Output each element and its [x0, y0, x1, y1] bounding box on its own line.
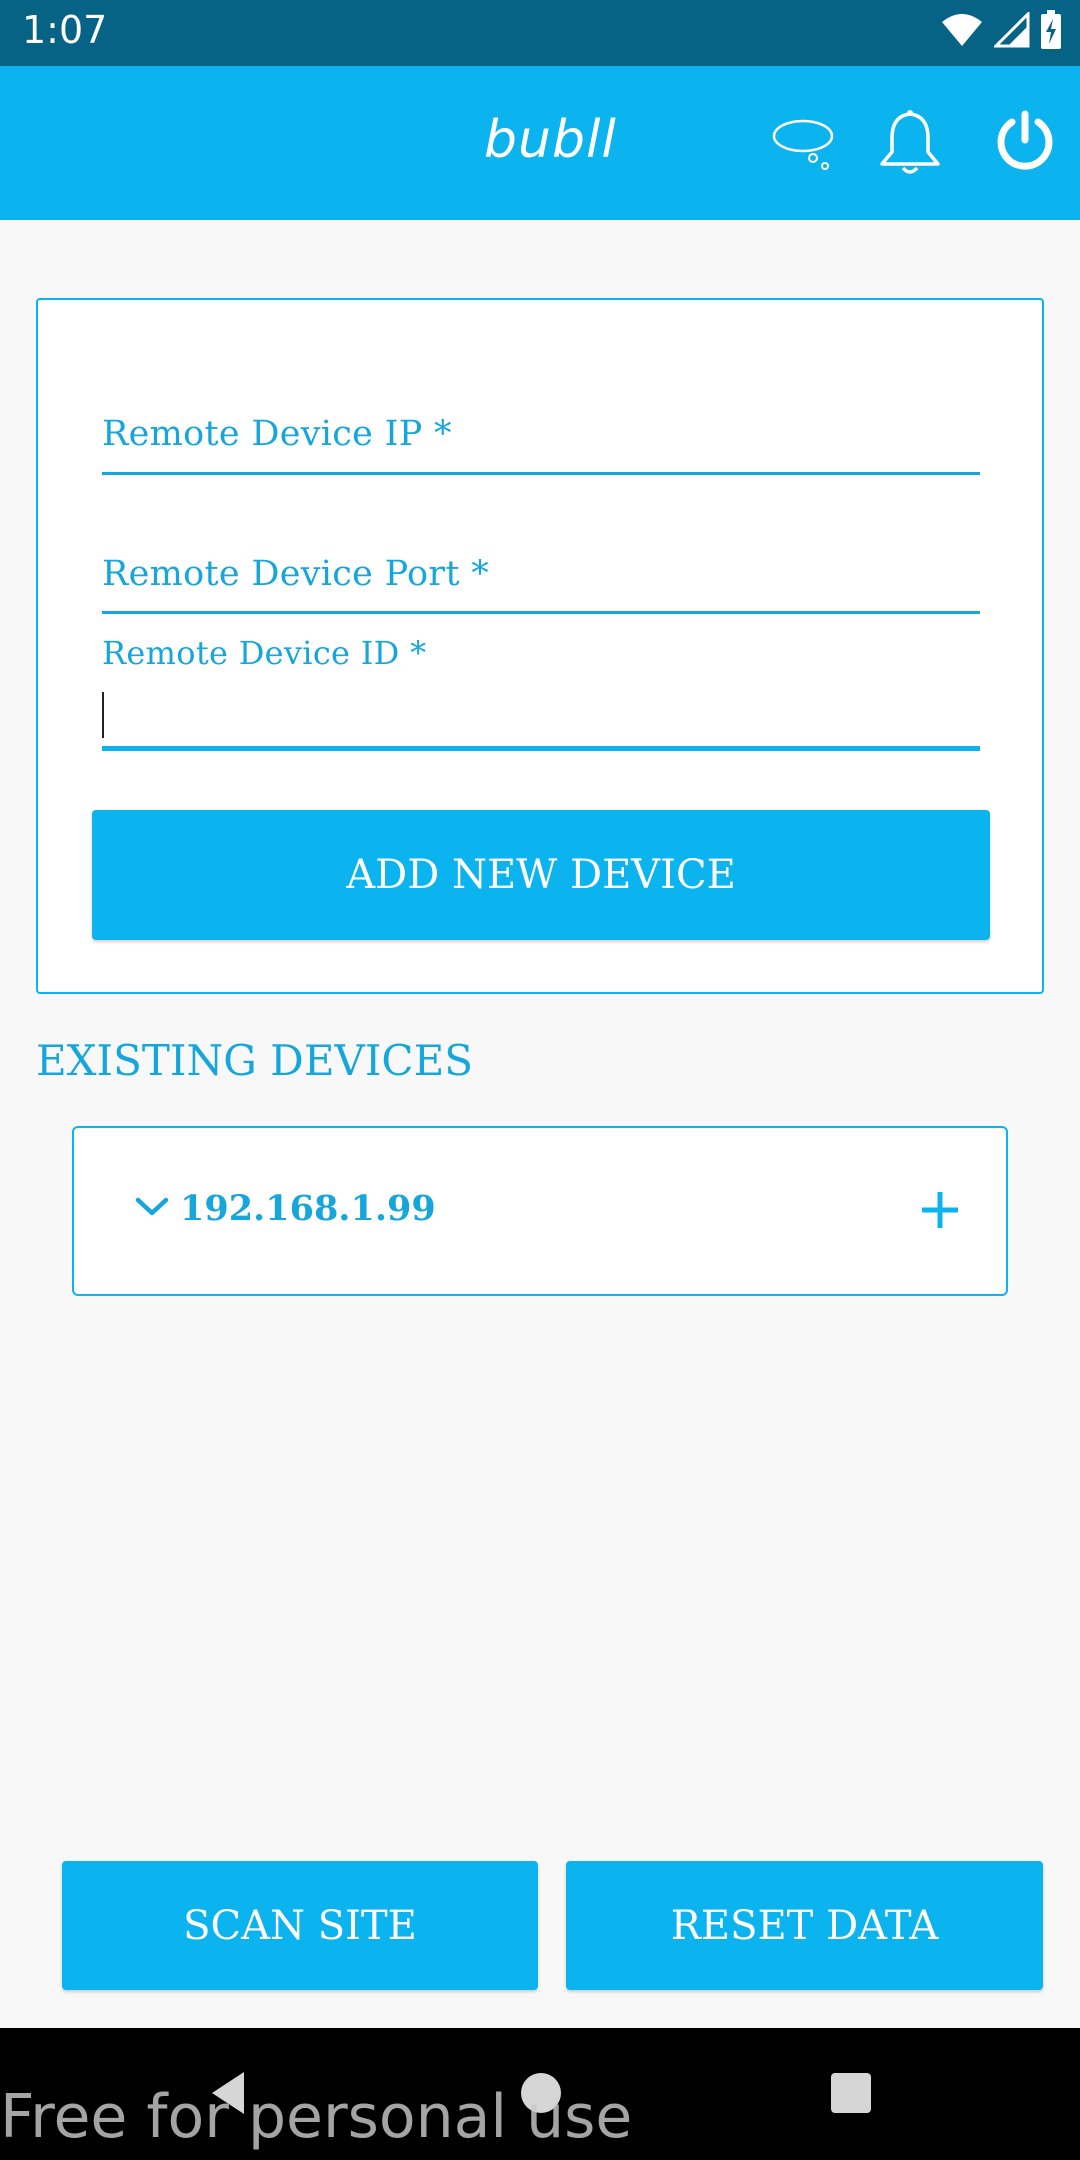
watermark-text: Free for personal use [0, 2082, 633, 2152]
scan-site-button[interactable]: SCAN SITE [62, 1861, 538, 1990]
app-logo: bubll [484, 110, 617, 170]
remote-port-label: Remote Device Port * [102, 554, 490, 594]
chevron-down-icon[interactable] [134, 1196, 170, 1218]
device-ip: 192.168.1.99 [180, 1188, 436, 1229]
remote-ip-label: Remote Device IP * [102, 414, 452, 454]
status-bar: 1:07 [0, 0, 1080, 66]
remote-ip-underline [102, 472, 980, 475]
reset-data-button[interactable]: RESET DATA [566, 1861, 1043, 1990]
power-icon[interactable] [994, 110, 1056, 172]
existing-devices-title: EXISTING DEVICES [36, 1036, 474, 1085]
signal-icon [994, 12, 1030, 48]
remote-id-field[interactable]: Remote Device ID * [102, 634, 980, 764]
status-time: 1:07 [22, 8, 108, 52]
remote-id-underline [102, 746, 980, 751]
device-list-item[interactable]: 192.168.1.99 [72, 1126, 1008, 1296]
add-device-form: Remote Device IP * Remote Device Port * … [36, 298, 1044, 994]
plus-icon[interactable] [920, 1190, 960, 1230]
nav-recents-icon[interactable] [830, 2072, 872, 2114]
wifi-icon [942, 14, 982, 46]
remote-id-label: Remote Device ID * [102, 634, 427, 672]
text-caret [102, 692, 104, 738]
status-icons [940, 10, 1062, 50]
battery-icon [1041, 10, 1061, 49]
bell-icon[interactable] [876, 108, 944, 178]
chat-bubble-icon[interactable] [772, 116, 838, 172]
remote-ip-field[interactable]: Remote Device IP * [102, 414, 980, 514]
add-new-device-button[interactable]: ADD NEW DEVICE [92, 810, 990, 940]
app-bar: bubll [0, 66, 1080, 220]
remote-port-underline [102, 611, 980, 614]
